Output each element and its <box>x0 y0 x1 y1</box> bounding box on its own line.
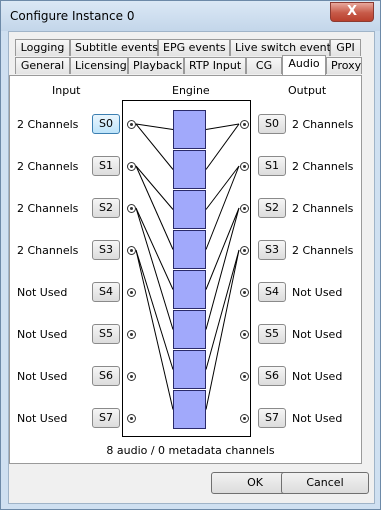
output-connector-node[interactable] <box>240 414 249 423</box>
output-connector-node[interactable] <box>240 288 249 297</box>
engine-channel-slot[interactable] <box>173 310 206 349</box>
input-connector-node[interactable] <box>127 288 136 297</box>
input-source-button[interactable]: S4 <box>92 282 120 302</box>
output-channel-label: Not Used <box>292 412 343 425</box>
output-connector-node[interactable] <box>240 120 249 129</box>
input-connector-node[interactable] <box>127 204 136 213</box>
input-channel-label: Not Used <box>17 370 68 383</box>
output-routing-line <box>205 207 240 290</box>
input-connector-node[interactable] <box>127 414 136 423</box>
input-routing-line <box>135 207 174 290</box>
engine-channel-slot[interactable] <box>173 150 206 189</box>
input-channel-label: Not Used <box>17 328 68 341</box>
engine-channel-slot[interactable] <box>173 390 206 429</box>
output-source-button[interactable]: S3 <box>258 240 286 260</box>
output-routing-line <box>205 165 240 250</box>
output-routing-line <box>205 165 240 210</box>
engine-channel-slot[interactable] <box>173 190 206 229</box>
output-channel-label: Not Used <box>292 328 343 341</box>
output-channel-label: 2 Channels <box>292 244 354 257</box>
engine-channel-slot[interactable] <box>173 110 206 149</box>
input-connector-node[interactable] <box>127 120 136 129</box>
input-channel-label: 2 Channels <box>17 160 79 173</box>
input-source-button[interactable]: S0 <box>92 114 120 134</box>
input-routing-line <box>135 123 174 170</box>
output-routing-line <box>205 249 240 410</box>
engine-channel-slot[interactable] <box>173 270 206 309</box>
output-channel-label: 2 Channels <box>292 118 354 131</box>
input-source-button[interactable]: S5 <box>92 324 120 344</box>
output-connector-node[interactable] <box>240 204 249 213</box>
output-routing-line <box>205 123 240 170</box>
input-channel-label: 2 Channels <box>17 118 79 131</box>
input-channel-label: Not Used <box>17 286 68 299</box>
input-source-button[interactable]: S3 <box>92 240 120 260</box>
output-source-button[interactable]: S2 <box>258 198 286 218</box>
input-routing-line <box>135 165 174 250</box>
input-connector-node[interactable] <box>127 330 136 339</box>
input-connector-node[interactable] <box>127 246 136 255</box>
output-source-button[interactable]: S5 <box>258 324 286 344</box>
output-channel-label: 2 Channels <box>292 160 354 173</box>
engine-channel-slot[interactable] <box>173 350 206 389</box>
input-source-button[interactable]: S6 <box>92 366 120 386</box>
input-routing-line <box>135 165 174 210</box>
output-connector-node[interactable] <box>240 372 249 381</box>
input-routing-line <box>135 249 174 410</box>
output-source-button[interactable]: S0 <box>258 114 286 134</box>
output-connector-node[interactable] <box>240 330 249 339</box>
cancel-button[interactable]: Cancel <box>281 472 369 494</box>
input-source-button[interactable]: S7 <box>92 408 120 428</box>
output-source-button[interactable]: S4 <box>258 282 286 302</box>
input-source-button[interactable]: S2 <box>92 198 120 218</box>
engine-channel-slot[interactable] <box>173 230 206 269</box>
output-channel-label: Not Used <box>292 370 343 383</box>
input-connector-node[interactable] <box>127 162 136 171</box>
channel-summary: 8 audio / 0 metadata channels <box>106 444 275 457</box>
tab-audio[interactable]: Audio <box>282 55 326 75</box>
output-source-button[interactable]: S1 <box>258 156 286 176</box>
output-channel-label: 2 Channels <box>292 202 354 215</box>
input-source-button[interactable]: S1 <box>92 156 120 176</box>
input-channel-label: 2 Channels <box>17 202 79 215</box>
output-routing-line <box>205 123 240 130</box>
output-connector-node[interactable] <box>240 162 249 171</box>
input-channel-label: 2 Channels <box>17 244 79 257</box>
output-source-button[interactable]: S7 <box>258 408 286 428</box>
input-routing-line <box>135 123 174 130</box>
output-source-button[interactable]: S6 <box>258 366 286 386</box>
output-connector-node[interactable] <box>240 246 249 255</box>
input-channel-label: Not Used <box>17 412 68 425</box>
input-connector-node[interactable] <box>127 372 136 381</box>
output-channel-label: Not Used <box>292 286 343 299</box>
